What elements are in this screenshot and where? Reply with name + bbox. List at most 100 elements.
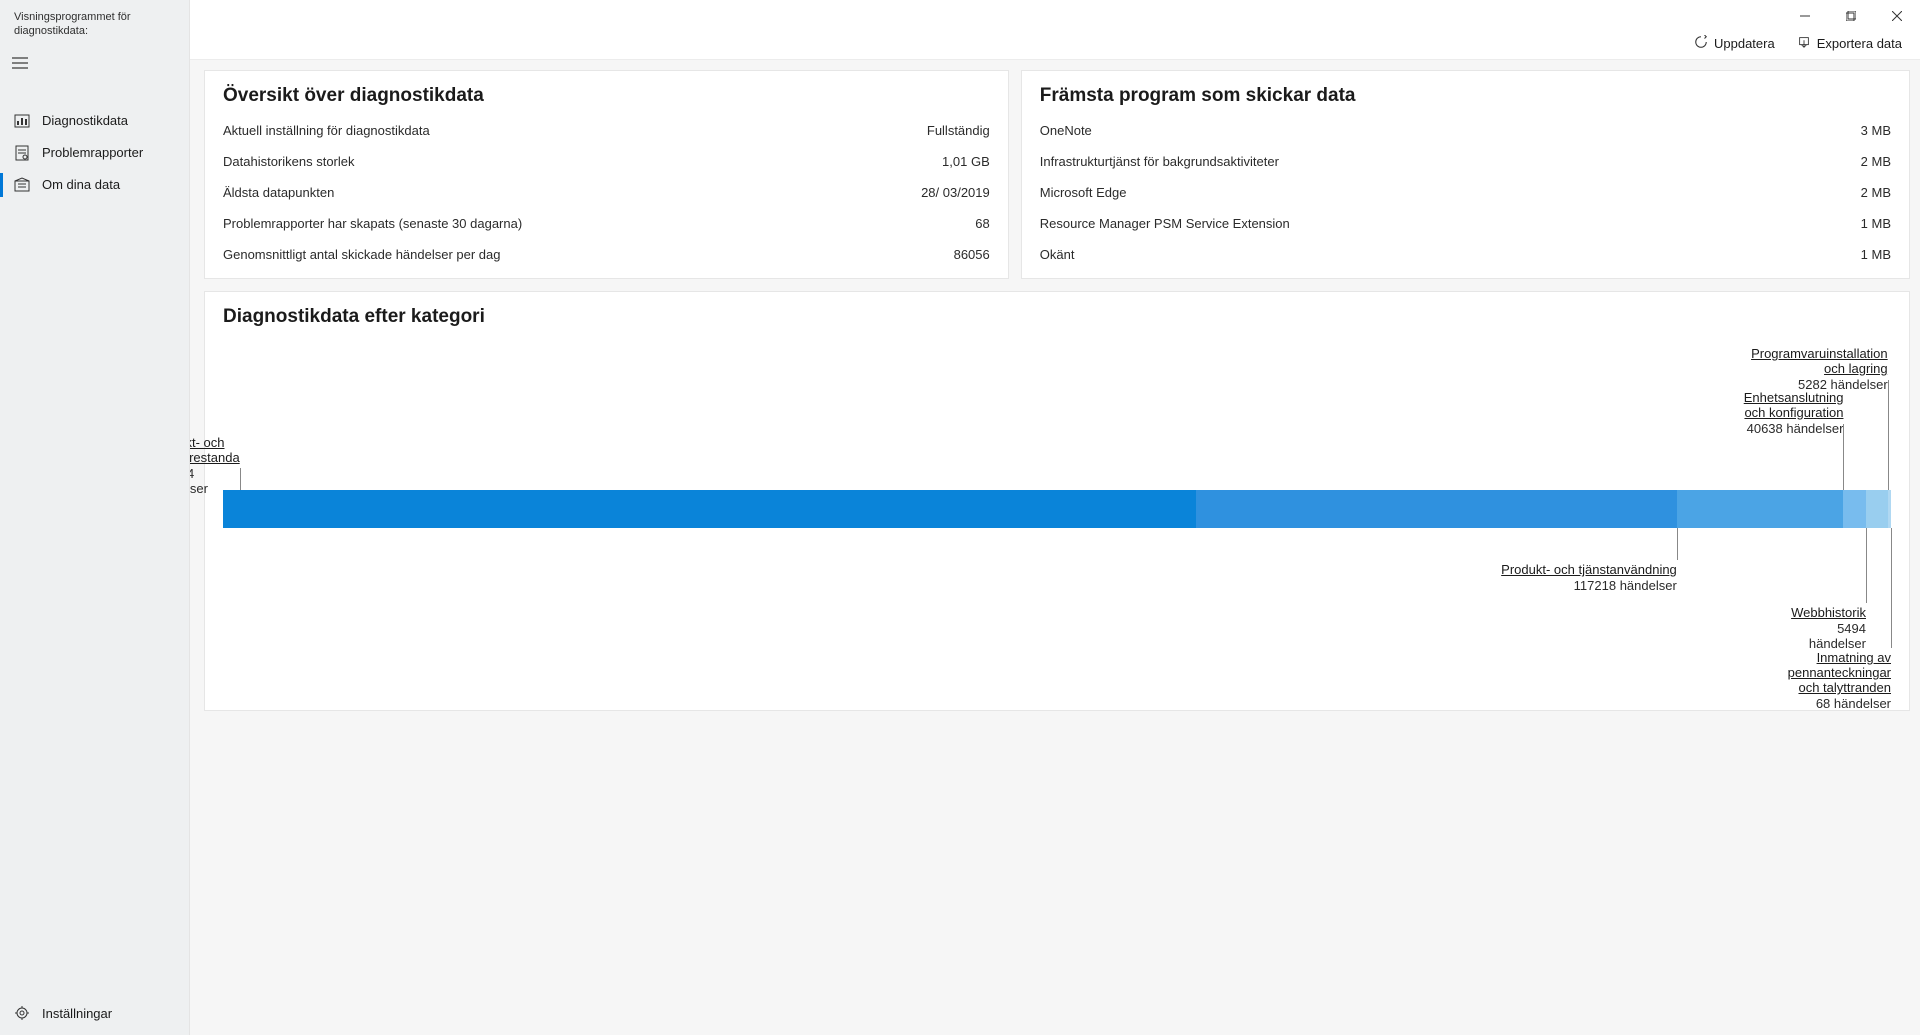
chart-leader-line (1891, 528, 1892, 648)
overview-row-label: Datahistorikens storlek (223, 154, 355, 169)
chart-segment[interactable] (1677, 490, 1844, 528)
toolbar: Uppdatera Exportera data (190, 32, 1920, 60)
about-data-icon (14, 177, 30, 193)
top-apps-row-label: Microsoft Edge (1040, 185, 1127, 200)
category-chart: Produkt- och tjänstprestanda237264 hände… (223, 340, 1891, 690)
overview-row: Aktuell inställning för diagnostikdata Fu… (205, 115, 1008, 146)
sidebar-item-label: Om dina data (42, 177, 120, 192)
close-icon (1892, 9, 1902, 24)
titlebar (190, 0, 1920, 32)
top-apps-row: Microsoft Edge 2 MB (1022, 177, 1909, 208)
top-apps-row-label: Resource Manager PSM Service Extension (1040, 216, 1290, 231)
overview-card: Översikt över diagnostikdata Aktuell ins… (204, 70, 1009, 279)
chart-segment[interactable] (1196, 490, 1677, 528)
category-card: Diagnostikdata efter kategori Produkt- o… (204, 291, 1910, 711)
chart-callout: Webbhistorik5494 händelser (1791, 605, 1866, 651)
sidebar: Visningsprogrammet för diagnostikdata: D… (0, 0, 190, 1035)
top-apps-row-value: 1 MB (1861, 247, 1891, 262)
top-apps-row: OneNote 3 MB (1022, 115, 1909, 146)
sidebar-item-label: Problemrapporter (42, 145, 143, 160)
close-button[interactable] (1874, 0, 1920, 32)
main: Uppdatera Exportera data Översikt över d… (190, 0, 1920, 1035)
overview-row: Problemrapporter har skapats (senaste 30… (205, 208, 1008, 239)
app-title: Visningsprogrammet för diagnostikdata: (0, 0, 189, 45)
refresh-button[interactable]: Uppdatera (1694, 35, 1775, 52)
diagnostic-data-icon (14, 113, 30, 129)
export-icon (1797, 35, 1811, 52)
chart-callout-sub: 5494 händelser (1791, 621, 1866, 651)
chart-callout-sub: 40638 händelser (1744, 421, 1844, 436)
chart-bar (223, 490, 1891, 528)
chart-callout-label: Programvaruinstallation och lagring (1751, 346, 1888, 376)
chart-segment[interactable] (1888, 490, 1891, 528)
top-apps-title: Främsta program som skickar data (1022, 71, 1909, 115)
maximize-icon (1846, 9, 1856, 24)
top-apps-card: Främsta program som skickar data OneNote… (1021, 70, 1910, 279)
sidebar-item-label: Diagnostikdata (42, 113, 128, 128)
export-button[interactable]: Exportera data (1797, 35, 1902, 52)
sidebar-item-settings[interactable]: Inställningar (0, 995, 189, 1035)
overview-row-value: 86056 (954, 247, 990, 262)
chart-leader-line (1843, 424, 1844, 490)
overview-row-value: 28/ 03/2019 (921, 185, 990, 200)
app-title-line1: Visningsprogrammet för (14, 11, 131, 23)
sidebar-item-problemrapporter[interactable]: Problemrapporter (0, 137, 189, 169)
top-apps-row-value: 3 MB (1861, 123, 1891, 138)
sidebar-item-om-dina-data[interactable]: Om dina data (0, 169, 189, 201)
chart-segment[interactable] (1866, 490, 1888, 528)
content: Översikt över diagnostikdata Aktuell ins… (190, 60, 1920, 1035)
minimize-button[interactable] (1782, 0, 1828, 32)
top-apps-row-value: 2 MB (1861, 185, 1891, 200)
chart-callout-label: Inmatning av pennanteckningar och talytt… (1788, 650, 1891, 695)
chart-callout: Enhetsanslutning och konfiguration40638 … (1744, 390, 1844, 436)
chart-callout-label: Produkt- och tjänstprestanda (190, 435, 240, 465)
maximize-button[interactable] (1828, 0, 1874, 32)
gear-icon (14, 1005, 30, 1021)
category-title: Diagnostikdata efter kategori (205, 292, 1909, 340)
nav: Diagnostikdata Problemrapporter Om dina … (0, 105, 189, 201)
overview-title: Översikt över diagnostikdata (205, 71, 1008, 115)
top-apps-row: Okänt 1 MB (1022, 239, 1909, 278)
chart-callout-label: Enhetsanslutning och konfiguration (1744, 390, 1844, 420)
minimize-icon (1800, 9, 1810, 24)
chart-callout: Inmatning av pennanteckningar och talytt… (1788, 650, 1891, 711)
chart-callout: Programvaruinstallation och lagring5282 … (1751, 346, 1888, 392)
chart-leader-line (1866, 528, 1867, 603)
top-apps-row: Resource Manager PSM Service Extension 1 … (1022, 208, 1909, 239)
sidebar-item-diagnostikdata[interactable]: Diagnostikdata (0, 105, 189, 137)
settings-label: Inställningar (42, 1006, 112, 1021)
chart-leader-line (240, 468, 241, 490)
refresh-icon (1694, 35, 1708, 52)
overview-row-value: Fullständig (927, 123, 990, 138)
window-controls (1782, 0, 1920, 32)
chart-callout-sub: 237264 händelser (190, 466, 240, 496)
chart-callout-sub: 68 händelser (1788, 696, 1891, 711)
chart-callout-sub: 5282 händelser (1751, 377, 1888, 392)
overview-row-label: Aktuell inställning för diagnostikdata (223, 123, 430, 138)
overview-row: Datahistorikens storlek1,01 GB (205, 146, 1008, 177)
overview-row: Genomsnittligt antal skickade händelser … (205, 239, 1008, 278)
top-apps-row-label: OneNote (1040, 123, 1092, 138)
chart-callout-label: Webbhistorik (1791, 605, 1866, 620)
top-apps-row-value: 1 MB (1861, 216, 1891, 231)
hamburger-icon (12, 57, 28, 72)
overview-row-label: Äldsta datapunkten (223, 185, 334, 200)
problem-reports-icon (14, 145, 30, 161)
chart-callout: Produkt- och tjänstanvändning117218 händ… (1501, 562, 1677, 593)
chart-callout-label: Produkt- och tjänstanvändning (1501, 562, 1677, 577)
top-apps-row-label: Infrastrukturtjänst för bakgrundsaktivit… (1040, 154, 1279, 169)
overview-row: Äldsta datapunkten 28/ 03/2019 (205, 177, 1008, 208)
top-apps-row: Infrastrukturtjänst för bakgrundsaktivit… (1022, 146, 1909, 177)
chart-callout: Produkt- och tjänstprestanda237264 hände… (190, 435, 240, 496)
chart-segment[interactable] (1843, 490, 1866, 528)
chart-leader-line (1888, 380, 1889, 490)
overview-row-label: Genomsnittligt antal skickade händelser … (223, 247, 501, 262)
refresh-label: Uppdatera (1714, 36, 1775, 51)
top-apps-row-label: Okänt (1040, 247, 1075, 262)
chart-callout-sub: 117218 händelser (1501, 578, 1677, 593)
overview-row-value: 68 (975, 216, 989, 231)
chart-segment[interactable] (223, 490, 1196, 528)
app-title-line2: diagnostikdata: (14, 25, 88, 37)
export-label: Exportera data (1817, 36, 1902, 51)
hamburger-button[interactable] (0, 45, 40, 85)
